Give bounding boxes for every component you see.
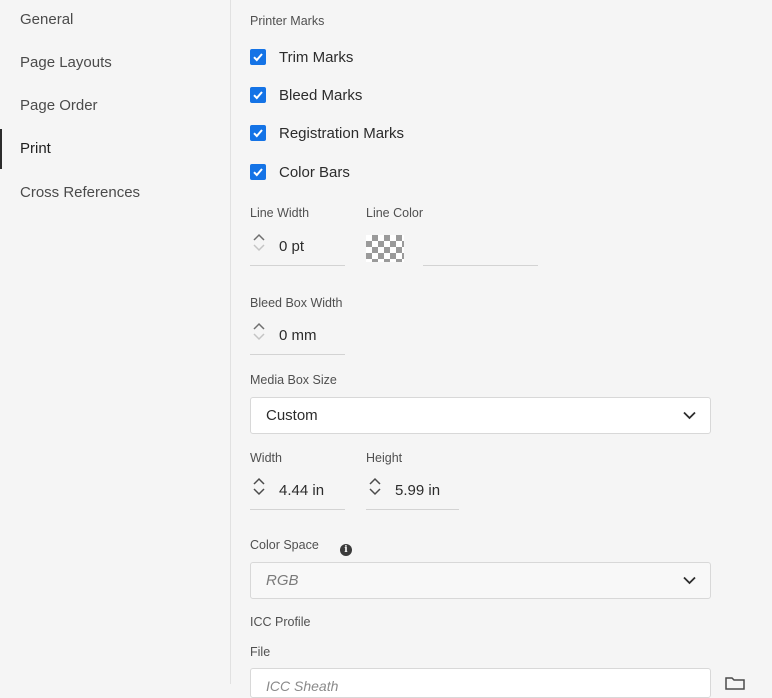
line-color-swatch[interactable] xyxy=(366,235,404,262)
icc-profile-label: ICC Profile xyxy=(250,615,311,629)
registration-marks-label: Registration Marks xyxy=(279,124,405,142)
checkmark-icon xyxy=(253,129,263,138)
sidebar-item-general[interactable]: General xyxy=(0,0,229,40)
color-bars-label: Color Bars xyxy=(279,163,350,181)
media-box-size-label: Media Box Size xyxy=(250,373,337,387)
file-label: File xyxy=(250,645,271,659)
stepper-arrows[interactable] xyxy=(252,232,266,262)
line-width-stepper[interactable]: 0 pt xyxy=(250,232,345,266)
chevron-down-icon[interactable] xyxy=(253,333,265,341)
line-width-label: Line Width xyxy=(250,206,310,220)
chevron-down-icon xyxy=(683,576,696,585)
bleed-box-width-stepper[interactable]: 0 mm xyxy=(250,321,345,355)
stepper-arrows[interactable] xyxy=(368,476,382,506)
chevron-up-icon[interactable] xyxy=(253,322,265,330)
color-space-select[interactable]: RGB xyxy=(250,562,711,599)
width-label: Width xyxy=(250,451,282,465)
info-icon[interactable]: i xyxy=(340,544,352,556)
height-value[interactable]: 5.99 in xyxy=(395,482,440,499)
chevron-down-icon[interactable] xyxy=(253,244,265,252)
line-color-label: Line Color xyxy=(366,206,423,220)
printer-marks-heading: Printer Marks xyxy=(250,14,325,28)
media-box-size-select[interactable]: Custom xyxy=(250,397,711,434)
registration-marks-checkbox[interactable] xyxy=(250,125,266,141)
sidebar-item-print[interactable]: Print xyxy=(0,129,229,169)
color-space-value: RGB xyxy=(266,572,299,589)
bleed-marks-label: Bleed Marks xyxy=(279,86,363,104)
width-stepper[interactable]: 4.44 in xyxy=(250,476,345,510)
bleed-box-width-label: Bleed Box Width xyxy=(250,296,343,310)
media-box-size-value: Custom xyxy=(266,407,318,424)
stepper-arrows[interactable] xyxy=(252,476,266,506)
bleed-marks-option[interactable]: Bleed Marks xyxy=(250,84,362,106)
trim-marks-option[interactable]: Trim Marks xyxy=(250,46,353,68)
chevron-down-icon xyxy=(683,411,696,420)
line-color-field[interactable] xyxy=(423,265,538,266)
sidebar: General Page Layouts Page Order Print Cr… xyxy=(0,0,231,684)
line-width-value[interactable]: 0 pt xyxy=(279,238,304,255)
checkmark-icon xyxy=(253,91,263,100)
checkmark-icon xyxy=(253,168,263,177)
trim-marks-label: Trim Marks xyxy=(279,48,354,66)
trim-marks-checkbox[interactable] xyxy=(250,49,266,65)
color-bars-option[interactable]: Color Bars xyxy=(250,161,350,183)
print-settings-panel: Printer Marks Trim Marks Bleed Marks Reg… xyxy=(231,0,772,698)
registration-marks-option[interactable]: Registration Marks xyxy=(250,122,404,144)
icc-file-input[interactable]: ICC Sheath xyxy=(250,668,711,698)
chevron-up-icon[interactable] xyxy=(369,477,381,485)
checkmark-icon xyxy=(253,53,263,62)
bleed-marks-checkbox[interactable] xyxy=(250,87,266,103)
icc-file-placeholder: ICC Sheath xyxy=(266,678,339,694)
height-label: Height xyxy=(366,451,403,465)
height-stepper[interactable]: 5.99 in xyxy=(366,476,459,510)
color-space-label: Color Space xyxy=(250,538,319,552)
sidebar-item-cross-references[interactable]: Cross References xyxy=(0,173,229,213)
chevron-down-icon[interactable] xyxy=(369,488,381,496)
stepper-arrows[interactable] xyxy=(252,321,266,351)
folder-icon[interactable] xyxy=(725,676,745,690)
sidebar-item-page-layouts[interactable]: Page Layouts xyxy=(0,43,229,83)
bleed-box-width-value[interactable]: 0 mm xyxy=(279,327,317,344)
chevron-down-icon[interactable] xyxy=(253,488,265,496)
chevron-up-icon[interactable] xyxy=(253,233,265,241)
sidebar-item-page-order[interactable]: Page Order xyxy=(0,86,229,126)
color-bars-checkbox[interactable] xyxy=(250,164,266,180)
chevron-up-icon[interactable] xyxy=(253,477,265,485)
width-value[interactable]: 4.44 in xyxy=(279,482,324,499)
